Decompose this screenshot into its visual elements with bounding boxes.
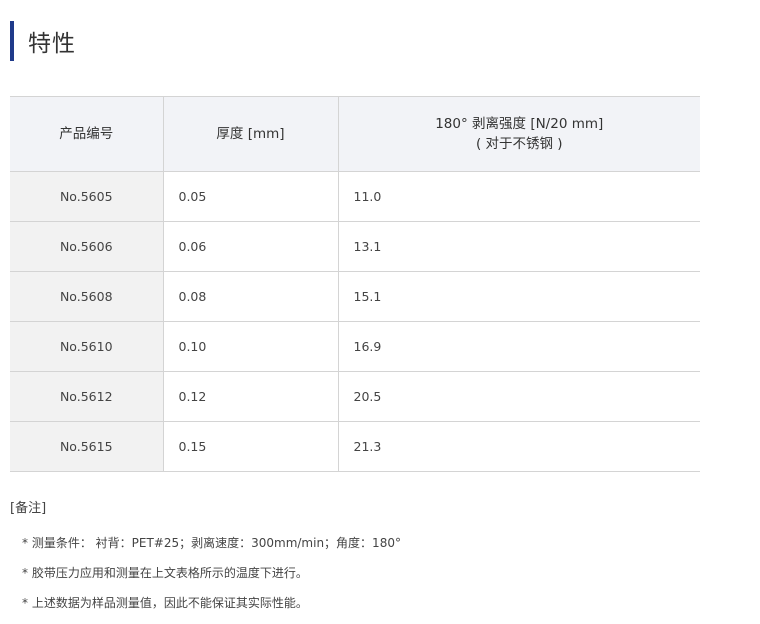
peel-strength-cell: 15.1 bbox=[337, 271, 700, 322]
properties-table: 产品编号 厚度 [mm] 180° 剥离强度 [N/20 mm] ( 对于不锈钢… bbox=[10, 96, 700, 472]
table-row: No.5615 0.15 21.3 bbox=[10, 421, 700, 472]
section-heading: 特性 bbox=[10, 21, 76, 61]
thickness-cell: 0.08 bbox=[162, 271, 338, 322]
product-number-cell: No.5605 bbox=[10, 171, 163, 222]
product-number-cell: No.5610 bbox=[10, 321, 163, 372]
header-peel-strength-label: 180° 剥离强度 [N/20 mm] bbox=[435, 116, 604, 132]
table-row: No.5606 0.06 13.1 bbox=[10, 221, 700, 272]
thickness-cell: 0.15 bbox=[162, 421, 338, 472]
header-product-number: 产品编号 bbox=[10, 96, 163, 172]
header-thickness: 厚度 [mm] bbox=[162, 96, 338, 172]
table-row: No.5610 0.10 16.9 bbox=[10, 321, 700, 372]
product-number-cell: No.5608 bbox=[10, 271, 163, 322]
note-item: * 测量条件： 衬背：PET#25；剥离速度：300mm/min；角度：180° bbox=[22, 536, 401, 550]
section-title: 特性 bbox=[28, 31, 76, 57]
peel-strength-cell: 20.5 bbox=[337, 371, 700, 422]
product-number-cell: No.5606 bbox=[10, 221, 163, 272]
note-item: * 上述数据为样品测量值，因此不能保证其实际性能。 bbox=[22, 596, 308, 610]
notes-title: [备注] bbox=[10, 501, 47, 516]
header-peel-strength: 180° 剥离强度 [N/20 mm] ( 对于不锈钢 ) bbox=[337, 96, 700, 172]
thickness-cell: 0.05 bbox=[162, 171, 338, 222]
product-number-cell: No.5615 bbox=[10, 421, 163, 472]
table-header-row: 产品编号 厚度 [mm] 180° 剥离强度 [N/20 mm] ( 对于不锈钢… bbox=[10, 96, 700, 172]
peel-strength-cell: 11.0 bbox=[337, 171, 700, 222]
thickness-cell: 0.12 bbox=[162, 371, 338, 422]
header-peel-strength-sub: ( 对于不锈钢 ) bbox=[475, 136, 563, 152]
peel-strength-cell: 16.9 bbox=[337, 321, 700, 372]
notes-list: * 测量条件： 衬背：PET#25；剥离速度：300mm/min；角度：180°… bbox=[22, 534, 401, 624]
table-row: No.5605 0.05 11.0 bbox=[10, 171, 700, 222]
table-row: No.5612 0.12 20.5 bbox=[10, 371, 700, 422]
note-item: * 胶带压力应用和测量在上文表格所示的温度下进行。 bbox=[22, 566, 308, 580]
product-number-cell: No.5612 bbox=[10, 371, 163, 422]
peel-strength-cell: 21.3 bbox=[337, 421, 700, 472]
thickness-cell: 0.06 bbox=[162, 221, 338, 272]
thickness-cell: 0.10 bbox=[162, 321, 338, 372]
table-row: No.5608 0.08 15.1 bbox=[10, 271, 700, 322]
heading-accent-bar bbox=[10, 21, 14, 61]
peel-strength-cell: 13.1 bbox=[337, 221, 700, 272]
